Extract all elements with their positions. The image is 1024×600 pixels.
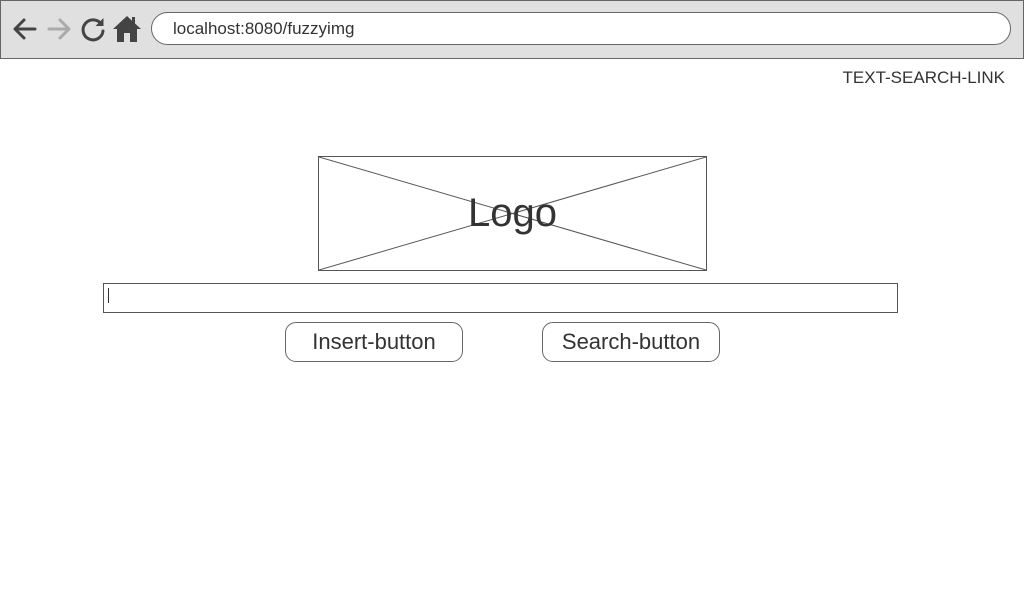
text-cursor xyxy=(108,288,109,303)
forward-button[interactable] xyxy=(43,13,75,45)
back-button[interactable] xyxy=(9,13,41,45)
address-bar[interactable]: localhost:8080/fuzzyimg xyxy=(151,12,1011,45)
search-input[interactable] xyxy=(103,283,898,313)
logo-placeholder: Logo xyxy=(318,156,707,271)
home-icon xyxy=(113,16,141,42)
reload-button[interactable] xyxy=(77,13,109,45)
search-button[interactable]: Search-button xyxy=(542,322,720,362)
logo-label: Logo xyxy=(468,191,557,235)
home-button[interactable] xyxy=(111,13,143,45)
reload-icon xyxy=(81,18,105,42)
browser-toolbar: localhost:8080/fuzzyimg xyxy=(0,0,1024,59)
arrow-left-icon xyxy=(13,18,37,40)
arrow-right-icon xyxy=(47,18,71,40)
insert-button[interactable]: Insert-button xyxy=(285,322,463,362)
text-search-link[interactable]: TEXT-SEARCH-LINK xyxy=(843,68,1005,88)
